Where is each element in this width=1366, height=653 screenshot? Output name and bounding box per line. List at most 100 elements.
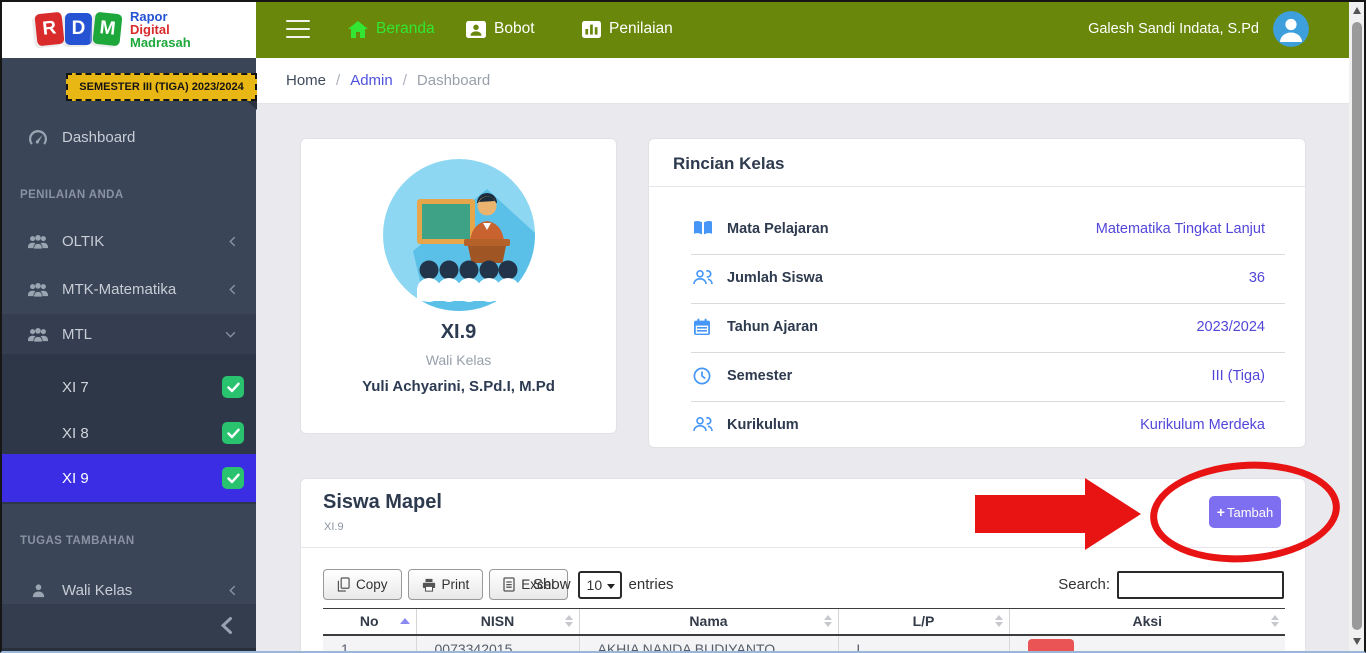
logo-letter-d: D <box>65 13 92 45</box>
book-icon <box>693 220 713 236</box>
column-header-nama[interactable]: Nama <box>578 608 838 636</box>
breadcrumb-separator: / <box>336 72 341 89</box>
rincian-kelas-card: Rincian Kelas Mata Pelajaran Matematika … <box>648 138 1306 448</box>
rincian-row-mata-pelajaran: Mata Pelajaran Matematika Tingkat Lanjut <box>649 205 1305 254</box>
user-name: Galesh Sandi Indata, S.Pd <box>1088 21 1259 37</box>
sidebar-bottom-strip <box>0 648 256 653</box>
page-size-value: 10 <box>586 576 603 593</box>
rincian-label: Semester <box>727 368 793 384</box>
nav-item-penilaian[interactable]: Penilaian <box>582 0 673 58</box>
main-content: XI.9 Wali Kelas Yuli Achyarini, S.Pd.I, … <box>256 104 1349 653</box>
clock-icon <box>693 367 711 385</box>
users-icon <box>693 269 713 285</box>
home-icon <box>348 20 368 38</box>
sidebar-subitem-xi-8[interactable]: XI 8 <box>0 411 256 455</box>
brand-title: Rapor Digital Madrasah <box>130 10 191 49</box>
logo-letter-m: M <box>92 11 123 47</box>
sidebar: SEMESTER III (TIGA) 2023/2024 Dashboard … <box>0 58 257 653</box>
cell-no: 1 <box>323 634 416 653</box>
cell-lp: L <box>837 634 1009 653</box>
nav-item-beranda[interactable]: Beranda <box>348 0 435 58</box>
table-export-buttons: Copy Print Excel <box>323 569 569 600</box>
rincian-row-kurikulum: Kurikulum Kurikulum Merdeka <box>649 401 1305 450</box>
brand-word-digital: Digital <box>130 21 170 37</box>
nav-item-label: Penilaian <box>609 20 673 37</box>
breadcrumb-admin-link[interactable]: Admin <box>350 72 393 89</box>
scroll-down-arrow[interactable] <box>1353 638 1361 645</box>
sidebar-subitem-xi-7[interactable]: XI 7 <box>0 365 256 409</box>
column-header-nisn[interactable]: NISN <box>415 608 579 636</box>
gauge-icon <box>26 129 50 146</box>
class-name: XI.9 <box>440 321 477 343</box>
print-button[interactable]: Print <box>407 569 484 600</box>
sidebar-toggle-button[interactable] <box>286 20 310 38</box>
breadcrumb-current: Dashboard <box>416 72 491 89</box>
copy-button[interactable]: Copy <box>323 569 402 600</box>
classroom-illustration <box>383 159 535 311</box>
sort-asc-icon <box>399 618 410 625</box>
tambah-button[interactable]: + Tambah <box>1209 496 1281 528</box>
sidebar-section-tugas-tambahan: TUGAS TAMBAHAN <box>20 535 135 547</box>
brand-word-rapor: Rapor <box>130 8 168 24</box>
vertical-scrollbar[interactable] <box>1349 0 1366 653</box>
nav-item-label: Bobot <box>494 20 535 37</box>
top-navbar: Beranda Bobot Penilaian Galesh Sandi Ind… <box>256 0 1349 58</box>
column-header-no[interactable]: No <box>323 608 416 636</box>
sidebar-collapse-button[interactable] <box>0 604 256 648</box>
copy-icon <box>337 577 350 592</box>
rincian-row-jumlah-siswa: Jumlah Siswa 36 <box>649 254 1305 303</box>
nav-item-label: Beranda <box>376 20 435 37</box>
column-header-aksi[interactable]: Aksi <box>1008 608 1285 636</box>
scroll-up-arrow[interactable] <box>1353 7 1361 14</box>
rincian-value-link[interactable]: 36 <box>1249 270 1265 286</box>
sidebar-item-dashboard[interactable]: Dashboard <box>0 117 256 157</box>
delete-button[interactable] <box>1027 638 1074 653</box>
teacher-name: Yuli Achyarini, S.Pd.I, M.Pd <box>362 378 555 395</box>
sidebar-item-mtl[interactable]: MTL <box>0 314 256 354</box>
breadcrumb-home-link[interactable]: Home <box>286 72 326 89</box>
rincian-value-link[interactable]: Kurikulum Merdeka <box>1140 417 1265 433</box>
chevron-left-icon <box>229 236 236 247</box>
nav-item-bobot[interactable]: Bobot <box>466 0 535 58</box>
sidebar-item-label: Dashboard <box>62 128 136 146</box>
rincian-value-link[interactable]: 2023/2024 <box>1196 319 1265 335</box>
file-icon <box>503 577 515 592</box>
sidebar-item-label: MTL <box>62 325 92 343</box>
check-badge-icon <box>222 422 244 444</box>
sidebar-section-penilaian-anda: PENILAIAN ANDA <box>20 189 124 201</box>
users-icon <box>26 234 50 249</box>
siswa-table: No NISN Nama L/P Aksi 1 0073342015 AKHIA… <box>323 608 1285 653</box>
siswa-mapel-subtitle: XI.9 <box>324 521 344 533</box>
copy-button-label: Copy <box>356 577 388 592</box>
sidebar-subitem-label: XI 8 <box>62 424 89 442</box>
sidebar-subitem-xi-9-active[interactable]: XI 9 <box>0 454 256 502</box>
show-label: Show <box>533 576 571 593</box>
column-header-label: Nama <box>689 613 728 630</box>
person-icon <box>26 583 50 598</box>
printer-icon <box>422 578 436 592</box>
sidebar-item-mtk-matematika[interactable]: MTK-Matematika <box>0 269 256 309</box>
sidebar-item-label: Wali Kelas <box>62 581 133 599</box>
rincian-value-link[interactable]: III (Tiga) <box>1212 368 1265 384</box>
user-avatar[interactable] <box>1273 11 1309 47</box>
badge-fold <box>247 101 257 110</box>
sidebar-item-oltik[interactable]: OLTIK <box>0 221 256 261</box>
wali-kelas-label: Wali Kelas <box>425 352 492 368</box>
page-size-select[interactable]: 10 <box>577 570 622 599</box>
divider <box>301 547 1305 548</box>
column-header-lp[interactable]: L/P <box>837 608 1009 636</box>
table-search: Search: <box>1058 569 1284 600</box>
chevron-down-icon <box>225 331 236 338</box>
chevron-left-icon <box>221 617 232 634</box>
sidebar-subitem-label: XI 7 <box>62 378 89 396</box>
chevron-left-icon <box>229 585 236 596</box>
brand-logo[interactable]: R D M Rapor Digital Madrasah <box>0 0 256 58</box>
scrollbar-thumb[interactable] <box>1352 22 1362 630</box>
rincian-kelas-title: Rincian Kelas <box>673 154 785 173</box>
rincian-value-link[interactable]: Matematika Tingkat Lanjut <box>1096 221 1265 237</box>
search-input[interactable] <box>1117 570 1284 599</box>
sidebar-item-label: MTK-Matematika <box>62 280 177 298</box>
rdm-logo-icon: R D M <box>34 11 123 47</box>
print-button-label: Print <box>441 577 470 592</box>
cell-aksi <box>1008 634 1285 653</box>
